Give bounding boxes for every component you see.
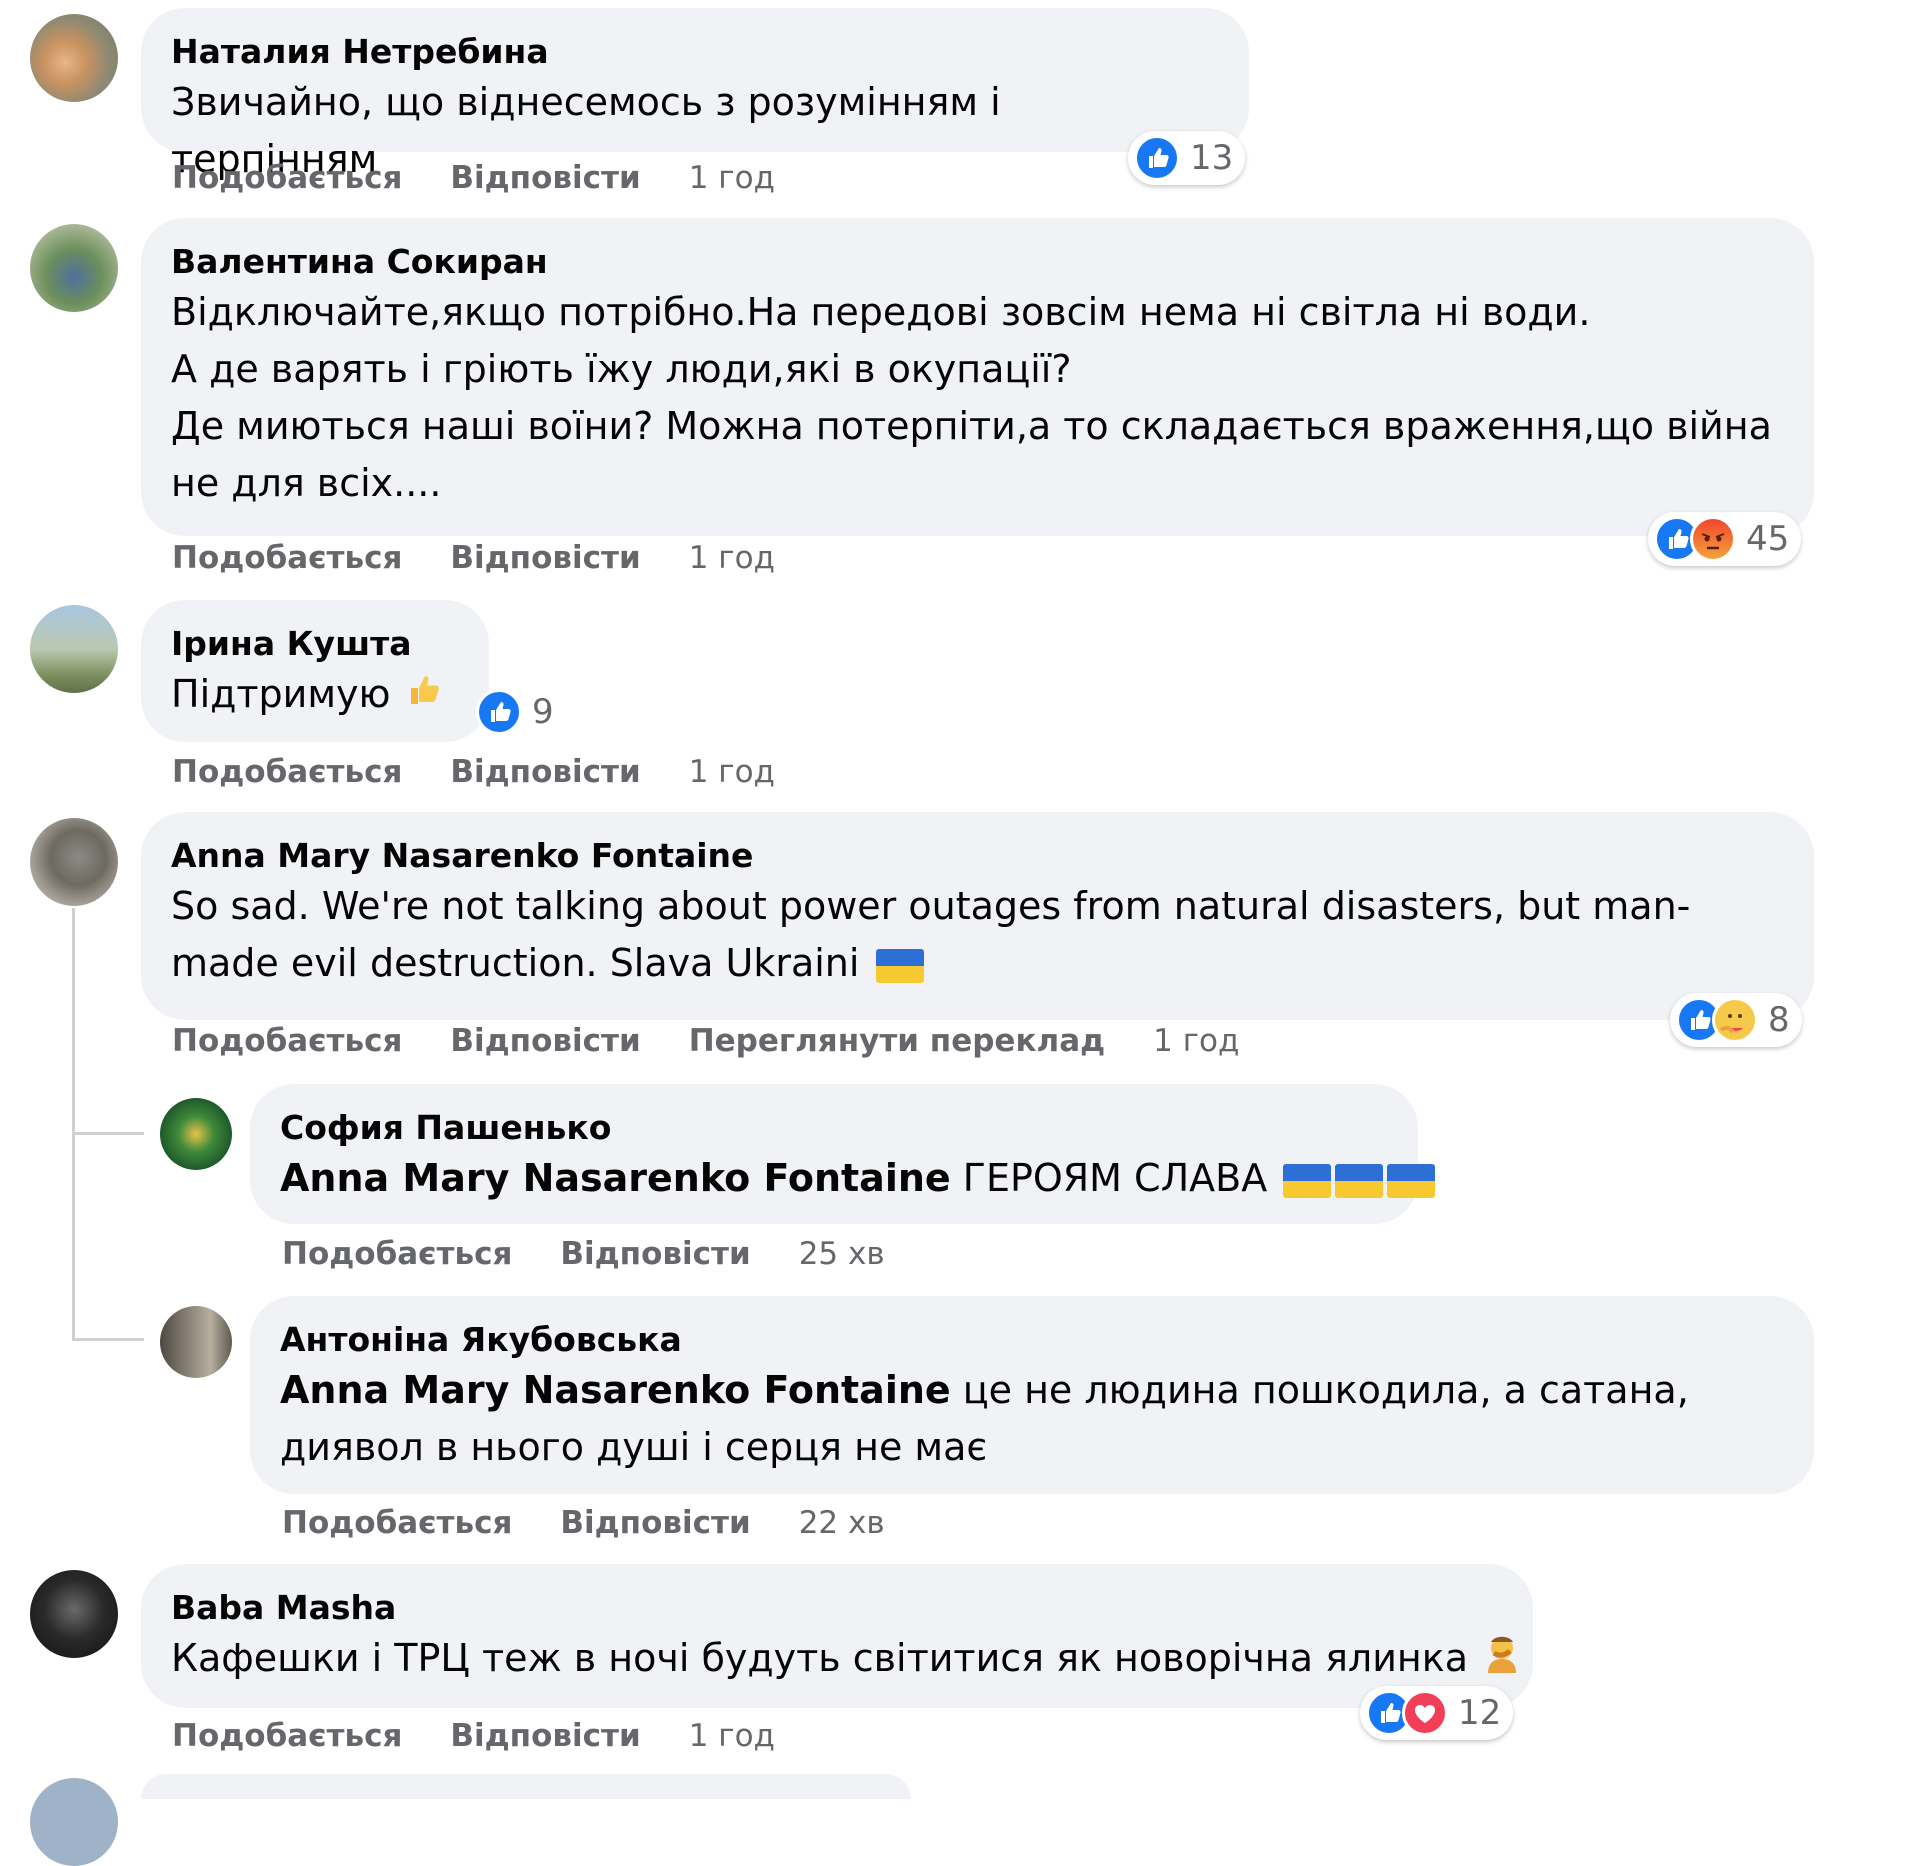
thread-connector [72, 1132, 144, 1135]
comment-actions: Подобається Відповісти Переглянути перек… [172, 1023, 1239, 1059]
reply-button[interactable]: Відповісти [450, 1718, 640, 1754]
comment-timestamp[interactable]: 1 год [1153, 1023, 1239, 1059]
like-button[interactable]: Подобається [172, 540, 402, 576]
like-button[interactable]: Подобається [172, 754, 402, 790]
reply-text-body: ГЕРОЯМ СЛАВА [950, 1156, 1268, 1200]
avatar[interactable] [30, 605, 118, 693]
reaction-summary[interactable]: 8 [1670, 993, 1802, 1047]
ukraine-flag-icon [1387, 1163, 1436, 1198]
care-reaction-icon [1712, 997, 1758, 1043]
reply-button[interactable]: Відповісти [450, 1023, 640, 1059]
see-translation-button[interactable]: Переглянути переклад [689, 1023, 1105, 1059]
like-button[interactable]: Подобається [282, 1236, 512, 1272]
comment-timestamp[interactable]: 1 год [689, 540, 775, 576]
avatar[interactable] [30, 14, 118, 102]
comments-section: Наталия Нетребина Звичайно, що віднесемо… [0, 0, 1920, 1866]
comment-bubble: Ірина Кушта Підтримую [141, 600, 489, 742]
reply-timestamp[interactable]: 25 хв [799, 1236, 885, 1272]
reply-text: Anna Mary Nasarenko Fontaine це не людин… [280, 1362, 1784, 1476]
thread-connector [72, 1338, 144, 1341]
mention-link[interactable]: Anna Mary Nasarenko Fontaine [280, 1368, 951, 1412]
like-reaction-icon [476, 689, 522, 735]
comment-actions: Подобається Відповісти 1 год [172, 1718, 775, 1754]
like-button[interactable]: Подобається [282, 1505, 512, 1541]
angry-reaction-icon [1690, 516, 1736, 562]
avatar[interactable] [30, 1778, 118, 1866]
reaction-count: 45 [1746, 519, 1790, 559]
like-button[interactable]: Подобається [172, 1023, 402, 1059]
reply-button[interactable]: Відповісти [450, 160, 640, 196]
reaction-count: 9 [532, 692, 554, 732]
reply-button[interactable]: Відповісти [560, 1236, 750, 1272]
reply-bubble: София Пашенько Anna Mary Nasarenko Fonta… [250, 1084, 1436, 1224]
reaction-count: 12 [1458, 1693, 1502, 1733]
reaction-count: 8 [1768, 1000, 1790, 1040]
ukraine-flag-icon [1335, 1163, 1384, 1198]
reply-text: Anna Mary Nasarenko Fontaine ГЕРОЯМ СЛАВ… [280, 1150, 1436, 1207]
reaction-summary[interactable]: 45 [1648, 512, 1802, 566]
reply-actions: Подобається Відповісти 25 хв [282, 1236, 885, 1272]
avatar[interactable] [30, 224, 118, 312]
reply-author[interactable]: София Пашенько [280, 1106, 1388, 1150]
reply-button[interactable]: Відповісти [560, 1505, 750, 1541]
avatar[interactable] [30, 818, 118, 906]
comment-actions: Подобається Відповісти 1 год [172, 160, 775, 196]
reply-author[interactable]: Антоніна Якубовська [280, 1318, 1784, 1362]
comment-text-body: Кафешки і ТРЦ теж в ночі будуть світитис… [171, 1636, 1468, 1680]
comment-timestamp[interactable]: 1 год [689, 754, 775, 790]
like-button[interactable]: Подобається [172, 1718, 402, 1754]
comment-timestamp[interactable]: 1 год [689, 160, 775, 196]
reply-actions: Подобається Відповісти 22 хв [282, 1505, 885, 1541]
reply-button[interactable]: Відповісти [450, 754, 640, 790]
thumbs-up-emoji-icon [403, 668, 443, 725]
comment-text-body: So sad. We're not talking about power ou… [171, 884, 1691, 985]
reply-button[interactable]: Відповісти [450, 540, 640, 576]
comment-actions: Подобається Відповісти 1 год [172, 754, 775, 790]
comment-author[interactable]: Наталия Нетребина [171, 30, 1219, 74]
reply-timestamp[interactable]: 22 хв [799, 1505, 885, 1541]
comment-bubble: Валентина Сокиран Відключайте,якщо потрі… [141, 218, 1814, 536]
comment-text: Підтримую [171, 666, 459, 725]
comment-bubble [141, 1774, 911, 1799]
comment-bubble: Baba Masha Кафешки і ТРЦ теж в ночі буду… [141, 1564, 1533, 1708]
comment-bubble: Anna Mary Nasarenko Fontaine So sad. We'… [141, 812, 1814, 1020]
comment-text: Кафешки і ТРЦ теж в ночі будуть світитис… [171, 1630, 1517, 1689]
like-button[interactable]: Подобається [172, 160, 402, 196]
comment-author[interactable]: Anna Mary Nasarenko Fontaine [171, 834, 1784, 878]
reaction-summary[interactable]: 13 [1128, 131, 1246, 185]
comment-author[interactable]: Ірина Кушта [171, 622, 459, 666]
avatar[interactable] [160, 1098, 232, 1170]
comment-author[interactable]: Валентина Сокиран [171, 240, 1784, 284]
comment-text: Відключайте,якщо потрібно.На передові зо… [171, 290, 1772, 505]
comment-text: So sad. We're not talking about power ou… [171, 878, 1784, 992]
reply-bubble: Антоніна Якубовська Anna Mary Nasarenko … [250, 1296, 1814, 1494]
facepalm-emoji-icon [1480, 1632, 1524, 1689]
comment-timestamp[interactable]: 1 год [689, 1718, 775, 1754]
avatar[interactable] [30, 1570, 118, 1658]
comment-actions: Подобається Відповісти 1 год [172, 540, 775, 576]
comment-text-body: Підтримую [171, 672, 391, 716]
love-reaction-icon [1402, 1690, 1448, 1736]
like-reaction-icon [1134, 135, 1180, 181]
reaction-summary[interactable]: 9 [470, 685, 566, 739]
ukraine-flag-icon [875, 948, 924, 983]
avatar[interactable] [160, 1306, 232, 1378]
ukraine-flag-icon [1283, 1163, 1332, 1198]
reaction-count: 13 [1190, 138, 1234, 178]
mention-link[interactable]: Anna Mary Nasarenko Fontaine [280, 1156, 951, 1200]
comment-bubble: Наталия Нетребина Звичайно, що віднесемо… [141, 8, 1249, 181]
thread-connector [72, 908, 75, 1338]
reaction-summary[interactable]: 12 [1360, 1686, 1514, 1740]
comment-author[interactable]: Baba Masha [171, 1586, 1503, 1630]
